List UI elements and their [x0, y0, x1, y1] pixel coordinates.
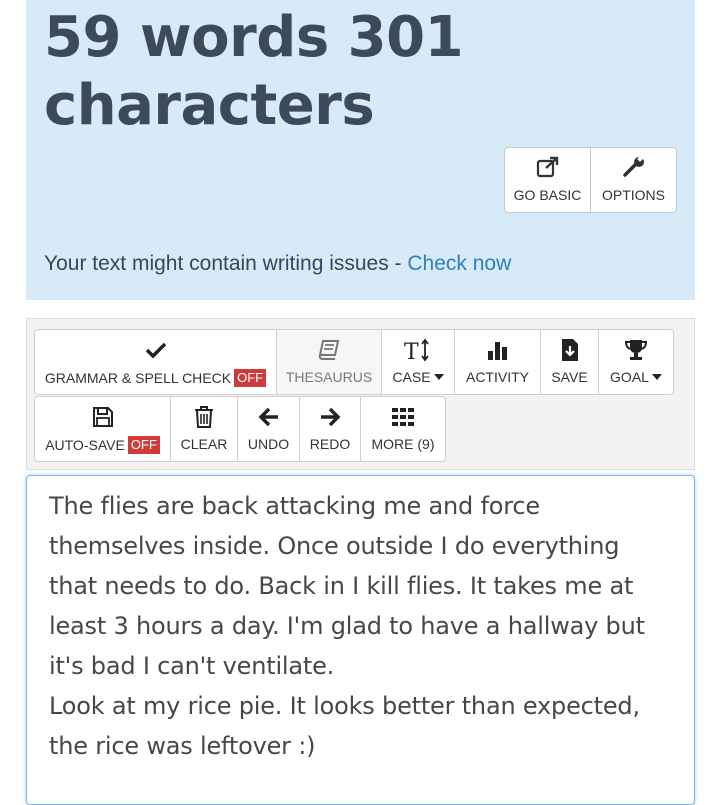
issues-text: Your text might contain writing issues -: [44, 252, 408, 275]
redo-label: REDO: [309, 436, 351, 452]
word-count-title: 59 words 301 characters: [44, 5, 464, 138]
file-download-icon: [560, 339, 580, 361]
caret-down-icon: [433, 374, 444, 380]
auto-save-off-badge: OFF: [127, 436, 160, 454]
floppy-disk-icon: [92, 406, 114, 428]
bar-chart-icon: [486, 339, 510, 361]
arrow-right-icon: [319, 406, 341, 428]
check-now-link[interactable]: Check now: [407, 252, 511, 275]
grid-icon: [391, 406, 415, 428]
goal-button[interactable]: GOAL: [599, 329, 674, 395]
checkmark-icon: [145, 339, 167, 361]
text-height-icon: T: [404, 338, 432, 362]
grammar-off-badge: OFF: [234, 369, 267, 387]
wrench-icon: [621, 156, 647, 178]
go-basic-button[interactable]: GO BASIC: [504, 147, 591, 213]
editor-toolbar: GRAMMAR & SPELL CHECK OFF THESAURUS T CAS…: [26, 318, 695, 470]
save-button[interactable]: SAVE: [541, 329, 599, 395]
clear-button[interactable]: CLEAR: [171, 396, 238, 462]
arrow-left-icon: [258, 406, 280, 428]
thesaurus-label: THESAURUS: [285, 369, 373, 385]
trophy-icon: [624, 339, 648, 361]
options-label: OPTIONS: [601, 187, 665, 203]
thesaurus-button[interactable]: THESAURUS: [277, 329, 382, 395]
activity-button[interactable]: ACTIVITY: [455, 329, 541, 395]
auto-save-button[interactable]: AUTO-SAVE OFF: [34, 396, 171, 462]
activity-label: ACTIVITY: [465, 369, 529, 385]
more-label: MORE (9): [371, 436, 435, 452]
goal-label: GOAL: [610, 369, 649, 385]
book-icon: [318, 339, 340, 361]
writing-issues-notice: Your text might contain writing issues -…: [44, 252, 511, 276]
caret-down-icon: [651, 374, 662, 380]
trash-icon: [194, 406, 214, 428]
grammar-label: GRAMMAR & SPELL CHECK: [44, 370, 232, 386]
redo-button[interactable]: REDO: [300, 396, 361, 462]
auto-save-label: AUTO-SAVE: [45, 437, 125, 453]
grammar-spell-check-button[interactable]: GRAMMAR & SPELL CHECK OFF: [34, 329, 277, 395]
go-basic-label: GO BASIC: [513, 187, 582, 203]
clear-label: CLEAR: [180, 436, 228, 452]
text-editor[interactable]: The flies are back attacking me and forc…: [26, 475, 695, 805]
external-link-icon: [535, 156, 561, 178]
svg-text:T: T: [404, 340, 419, 362]
undo-button[interactable]: UNDO: [238, 396, 300, 462]
more-button[interactable]: MORE (9): [361, 396, 446, 462]
options-button[interactable]: OPTIONS: [591, 147, 677, 213]
undo-label: UNDO: [247, 436, 290, 452]
toolbar-row-1: GRAMMAR & SPELL CHECK OFF THESAURUS T CAS…: [34, 329, 674, 395]
stats-panel: 59 words 301 characters GO BASIC OPTIONS…: [26, 0, 695, 300]
top-button-group: GO BASIC OPTIONS: [504, 147, 677, 213]
case-button[interactable]: T CASE: [382, 329, 455, 395]
case-label: CASE: [392, 369, 431, 385]
save-label: SAVE: [551, 369, 588, 385]
toolbar-row-2: AUTO-SAVE OFF CLEAR UNDO REDO MORE (9): [34, 396, 446, 462]
editor-content[interactable]: The flies are back attacking me and forc…: [49, 486, 672, 766]
